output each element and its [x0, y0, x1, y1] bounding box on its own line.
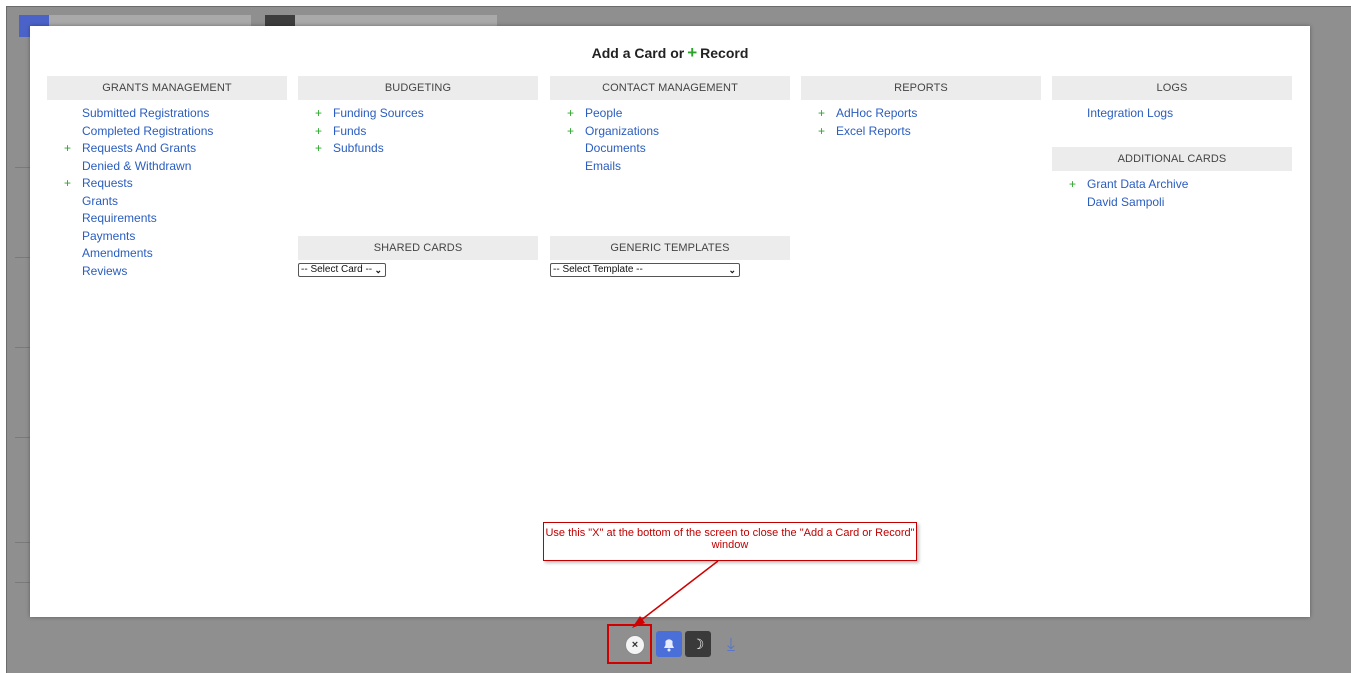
additional-cards-list: + Grant Data Archive David Sampoli — [1052, 171, 1292, 211]
plus-icon[interactable]: + — [567, 105, 574, 123]
menu-item-label: Integration Logs — [1087, 106, 1174, 120]
menu-item-label: Organizations — [585, 123, 660, 138]
menu-item-link[interactable]: Grants — [47, 193, 287, 211]
menu-item-label: Requests — [82, 176, 133, 190]
shared-card-select[interactable]: -- Select Card -- ⌄ — [298, 263, 386, 277]
chevron-down-icon: ⌄ — [374, 265, 382, 275]
section-header: CONTACT MANAGEMENT — [550, 76, 790, 100]
notification-button[interactable] — [656, 631, 682, 657]
menu-item-label: David Sampoli — [1087, 194, 1165, 209]
menu-item-label: Amendments — [82, 246, 153, 260]
menu-item-label: Requirements — [82, 211, 157, 225]
menu-item-label: Payments — [82, 228, 136, 243]
chevron-down-icon: ⌄ — [728, 265, 736, 275]
menu-item-label: Reviews — [82, 263, 128, 278]
section-header: LOGS — [1052, 76, 1292, 100]
select-value: -- Select Template -- — [553, 264, 643, 275]
modal-title-prefix: Add a Card or — [591, 45, 685, 61]
reports-list: + AdHoc Reports + Excel Reports — [801, 100, 1041, 140]
moon-icon: ☽ — [691, 636, 705, 652]
budgeting-section: BUDGETING + Funding Sources + Funds + Subfund… — [298, 76, 538, 158]
shared-cards-section: SHARED CARDS -- Select Card -- ⌄ — [298, 236, 538, 277]
menu-item-link[interactable]: + Organizations — [550, 123, 790, 141]
plus-icon[interactable]: + — [1069, 176, 1076, 194]
menu-item-link[interactable]: Reviews — [47, 263, 287, 281]
dark-mode-button[interactable]: ☽ — [685, 631, 711, 657]
budgeting-list: + Funding Sources + Funds + Subfunds — [298, 100, 538, 158]
menu-item-label: Subfunds — [333, 141, 384, 155]
plus-icon[interactable]: + — [315, 123, 322, 141]
bell-icon — [664, 639, 674, 652]
plus-icon[interactable]: + — [818, 105, 825, 123]
menu-item-link[interactable]: + Funds — [298, 123, 538, 141]
reports-section: REPORTS + AdHoc Reports + Excel Reports — [801, 76, 1041, 140]
generic-templates-section: GENERIC TEMPLATES -- Select Template -- … — [550, 236, 790, 277]
contact-management-section: CONTACT MANAGEMENT + People + Organizations… — [550, 76, 790, 175]
menu-item-link[interactable]: Documents — [550, 140, 790, 158]
menu-item-label: Funds — [333, 123, 367, 138]
menu-item-label: Documents — [585, 141, 646, 155]
plus-icon[interactable]: + — [567, 123, 574, 141]
menu-item-label: Funding Sources — [333, 106, 424, 120]
menu-item-label: Denied & Withdrawn — [82, 158, 192, 173]
plus-icon[interactable]: + — [818, 123, 825, 141]
menu-item-label: Requests And Grants — [82, 141, 197, 155]
menu-item-link[interactable]: + Requests — [47, 175, 287, 193]
menu-item-label: Completed Registrations — [82, 123, 214, 138]
grants-management-list: Submitted Registrations Completed Registr… — [47, 100, 287, 280]
menu-item-link[interactable]: + AdHoc Reports — [801, 105, 1041, 123]
menu-item-link[interactable]: Integration Logs — [1052, 105, 1292, 123]
modal-title-suffix: Record — [700, 45, 749, 61]
additional-cards-section: ADDITIONAL CARDS + Grant Data Archive Davi… — [1052, 147, 1292, 211]
plus-icon: + — [687, 43, 698, 62]
menu-item-link[interactable]: Submitted Registrations — [47, 105, 287, 123]
plus-icon[interactable]: + — [64, 175, 71, 193]
download-icon: ⤓ — [727, 634, 735, 654]
close-icon: × — [625, 635, 645, 655]
menu-item-link[interactable]: Payments — [47, 228, 287, 246]
menu-item-label: People — [585, 106, 623, 120]
menu-item-link[interactable]: David Sampoli — [1052, 194, 1292, 212]
plus-icon[interactable]: + — [64, 140, 71, 158]
plus-icon[interactable]: + — [315, 140, 322, 158]
menu-item-link[interactable]: Denied & Withdrawn — [47, 158, 287, 176]
menu-item-label: Emails — [585, 158, 622, 173]
menu-item-link[interactable]: + Requests And Grants — [47, 140, 287, 158]
generic-template-select[interactable]: -- Select Template -- ⌄ — [550, 263, 740, 277]
section-header: SHARED CARDS — [298, 236, 538, 260]
grants-management-section: GRANTS MANAGEMENT Submitted Registration… — [47, 76, 287, 280]
menu-item-link[interactable]: Requirements — [47, 210, 287, 228]
section-header: GENERIC TEMPLATES — [550, 236, 790, 260]
menu-item-link[interactable]: + Subfunds — [298, 140, 538, 158]
close-modal-button[interactable]: × — [622, 626, 650, 662]
menu-item-link[interactable]: + People — [550, 105, 790, 123]
download-button[interactable]: ⤓ — [718, 631, 744, 657]
menu-item-label: Submitted Registrations — [82, 106, 210, 120]
contact-management-list: + People + Organizations Documents Emails — [550, 100, 790, 175]
menu-item-label: AdHoc Reports — [836, 106, 918, 120]
menu-item-link[interactable]: Completed Registrations — [47, 123, 287, 141]
plus-icon[interactable]: + — [315, 105, 322, 123]
annotation-callout: Use this "X" at the bottom of the screen… — [543, 522, 917, 561]
section-header: ADDITIONAL CARDS — [1052, 147, 1292, 171]
logs-list: Integration Logs — [1052, 100, 1292, 123]
menu-item-link[interactable]: Amendments — [47, 245, 287, 263]
menu-item-label: Excel Reports — [836, 123, 911, 138]
logs-section: LOGS Integration Logs — [1052, 76, 1292, 123]
menu-item-link[interactable]: + Grant Data Archive — [1052, 176, 1292, 194]
menu-item-link[interactable]: Emails — [550, 158, 790, 176]
modal-title: Add a Card or + Record — [30, 43, 1310, 63]
section-header: REPORTS — [801, 76, 1041, 100]
menu-item-link[interactable]: + Funding Sources — [298, 105, 538, 123]
section-header: BUDGETING — [298, 76, 538, 100]
menu-item-label: Grants — [82, 193, 119, 208]
menu-item-label: Grant Data Archive — [1087, 177, 1189, 191]
menu-item-link[interactable]: + Excel Reports — [801, 123, 1041, 141]
section-header: GRANTS MANAGEMENT — [47, 76, 287, 100]
select-value: -- Select Card -- — [301, 264, 373, 275]
